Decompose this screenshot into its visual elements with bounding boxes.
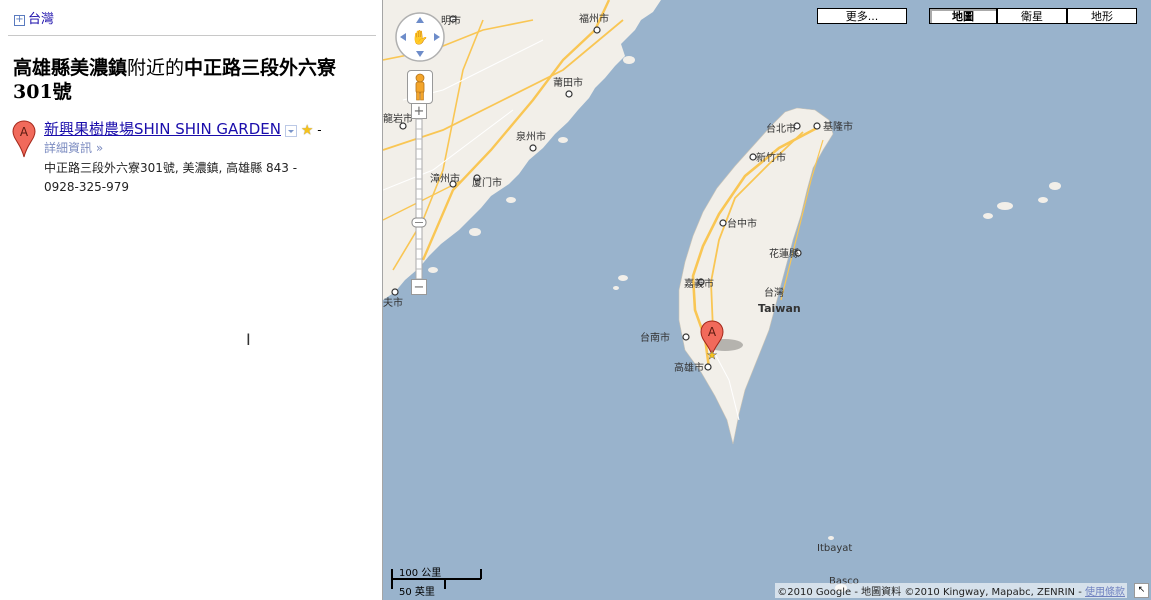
map-marker-letter: A: [708, 325, 717, 339]
map-canvas[interactable]: 明市 福州市 莆田市 泉州市 龍岩市 漳州市 厦门市 夫市 台北市 基隆市 新竹…: [383, 0, 1151, 600]
copyright-label: ©2010 Google - 地圖資料 ©2010 Kingway, Mapab…: [777, 587, 1082, 598]
island: [828, 536, 834, 540]
city-label: 台北市: [766, 122, 796, 135]
city-dot: [704, 363, 712, 371]
city-label: Itbayat: [817, 543, 852, 554]
pan-control[interactable]: ✋: [395, 12, 445, 62]
phone-number: 0928-325-979: [44, 180, 130, 194]
hand-icon: ✋: [411, 29, 428, 46]
map-tiles[interactable]: 明市 福州市 莆田市 泉州市 龍岩市 漳州市 厦门市 夫市 台北市 基隆市 新竹…: [383, 0, 1151, 600]
city-label: 厦门市: [472, 176, 502, 189]
expand-icon[interactable]: +: [14, 15, 25, 26]
island: [983, 213, 993, 219]
results-panel: + 台灣 高雄縣美濃鎮附近的中正路三段外六寮301號 A 新興果樹農場SHIN S…: [0, 0, 383, 600]
copyright-text: ©2010 Google - 地圖資料 ©2010 Kingway, Mapab…: [775, 583, 1127, 598]
query-title: 高雄縣美濃鎮附近的中正路三段外六寮301號: [13, 56, 375, 104]
map-type-map[interactable]: 地圖: [929, 8, 997, 24]
map-type-terrain[interactable]: 地形: [1067, 8, 1137, 24]
map-star-icon: ★: [707, 348, 718, 362]
more-button[interactable]: 更多...: [817, 8, 907, 24]
result-address: 中正路三段外六寮301號, 美濃鎮, 高雄縣 843 - 0928-325-97…: [44, 159, 372, 197]
star-icon[interactable]: ★: [301, 123, 314, 139]
city-dot: [813, 122, 821, 130]
details-link[interactable]: 詳細資訊 »: [44, 139, 372, 156]
overview-map-toggle-icon[interactable]: ↖: [1134, 583, 1149, 598]
city-label: 福州市: [579, 12, 609, 25]
city-label: 龍岩市: [383, 112, 413, 125]
city-dot: [719, 219, 727, 227]
city-dot: [682, 333, 690, 341]
island: [469, 228, 481, 236]
city-label: 台南市: [640, 331, 670, 344]
penghu-island: [613, 286, 619, 290]
city-dot: [565, 90, 573, 98]
island: [558, 137, 568, 143]
city-label: 基隆市: [823, 120, 853, 133]
scale-mi: 50 英里: [399, 587, 435, 598]
city-dot: [593, 26, 601, 34]
island: [1038, 197, 1048, 203]
map-type-satellite[interactable]: 衛星: [997, 8, 1067, 24]
result-item: A 新興果樹農場SHIN SHIN GARDEN ★ - 詳細資訊 » 中正路三…: [12, 118, 372, 197]
city-label: 高雄市: [674, 361, 704, 374]
island: [506, 197, 516, 203]
city-label: 台中市: [727, 217, 757, 230]
island: [1049, 182, 1061, 190]
zoom-out-icon: −: [414, 280, 425, 295]
text-cursor-icon: I: [246, 330, 251, 349]
island: [997, 202, 1013, 210]
zoom-slider[interactable]: + −: [411, 103, 427, 295]
breadcrumb-link-taiwan[interactable]: 台灣: [28, 12, 54, 27]
city-label: 漳州市: [430, 172, 460, 185]
penghu-island: [618, 275, 628, 281]
city-label: 夫市: [383, 296, 403, 309]
island: [428, 267, 438, 273]
city-label: 泉州市: [516, 130, 546, 143]
terms-link[interactable]: 使用條款: [1085, 587, 1125, 598]
breadcrumb: + 台灣: [14, 8, 54, 27]
marker-a-icon[interactable]: A: [12, 120, 36, 158]
divider: [8, 35, 376, 36]
city-label: 花蓮縣: [769, 247, 799, 260]
region-label: 台灣: [764, 286, 784, 299]
scale-bar: 100 公里 50 英里: [391, 563, 483, 598]
marker-letter: A: [20, 125, 29, 139]
query-title-near: 附近的: [127, 57, 185, 79]
scale-km: 100 公里: [399, 568, 442, 579]
city-label: 新竹市: [756, 151, 786, 164]
city-label: 莆田市: [553, 76, 583, 89]
island: [623, 56, 635, 64]
address-line: 中正路三段外六寮301號, 美濃鎮, 高雄縣 843 -: [44, 161, 298, 175]
city-dot: [391, 288, 399, 296]
city-label: 嘉義市: [684, 277, 714, 290]
pegman-icon: [415, 73, 425, 101]
zoom-in-icon: +: [414, 104, 425, 119]
dropdown-icon[interactable]: [284, 124, 297, 137]
city-dot: [529, 144, 537, 152]
result-name-link[interactable]: 新興果樹農場SHIN SHIN GARDEN: [44, 120, 281, 138]
street-view-pegman[interactable]: [407, 70, 433, 104]
query-title-place: 高雄縣美濃鎮: [13, 57, 128, 79]
region-label: Taiwan: [758, 302, 801, 315]
